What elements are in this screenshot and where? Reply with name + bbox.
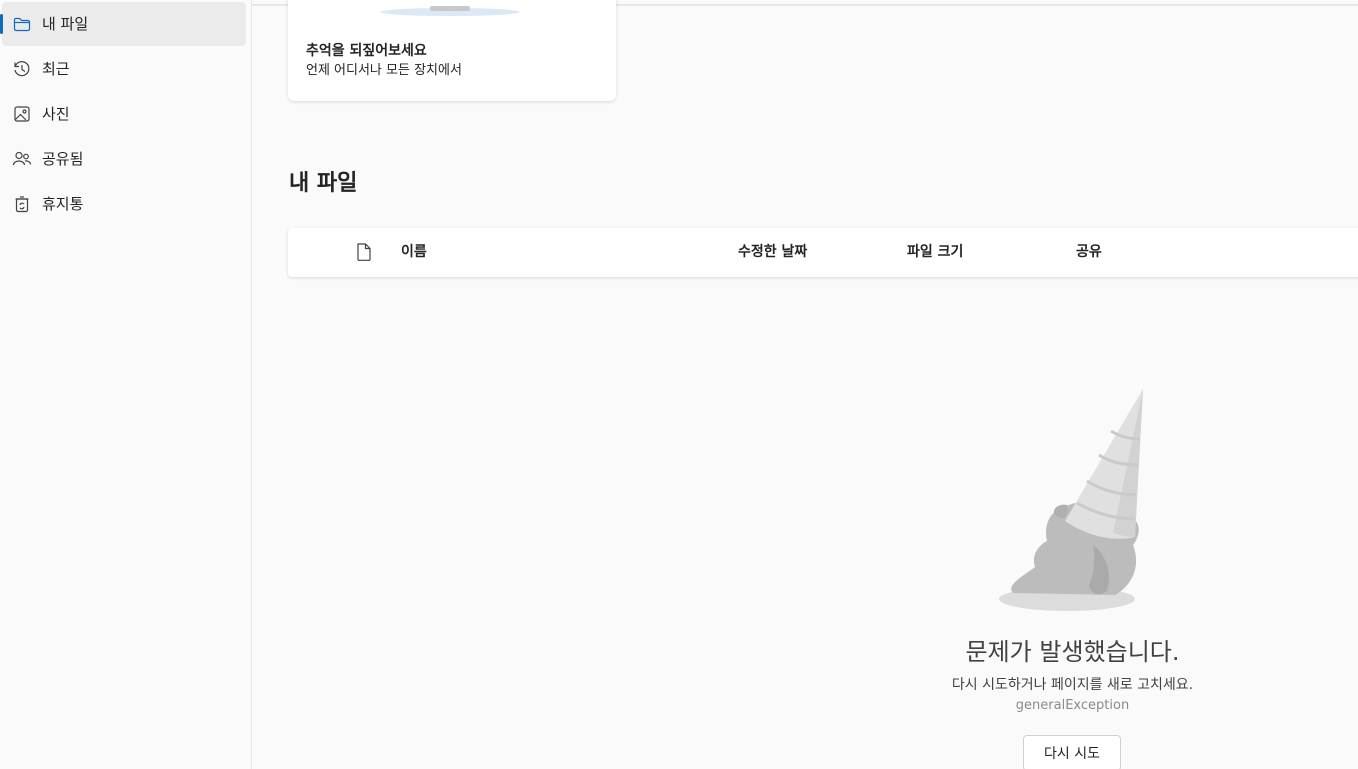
people-icon bbox=[12, 149, 32, 169]
file-type-icon[interactable] bbox=[355, 242, 373, 262]
sidebar-item-label: 최근 bbox=[42, 60, 70, 78]
sidebar-item-label: 내 파일 bbox=[42, 15, 89, 33]
error-code: generalException bbox=[1015, 698, 1130, 713]
sidebar-item-recent[interactable]: 최근 bbox=[2, 47, 246, 91]
error-description: 다시 시도하거나 페이지를 새로 고치세요. bbox=[951, 677, 1194, 693]
column-header-size[interactable]: 파일 크기 bbox=[907, 242, 963, 262]
column-header-modified[interactable]: 수정한 날짜 bbox=[738, 242, 807, 262]
card-title: 추억을 되짚어보세요 bbox=[306, 43, 427, 59]
error-title: 문제가 발생했습니다. bbox=[965, 638, 1180, 666]
melted-ice-cream-illustration bbox=[999, 389, 1143, 611]
sidebar: 내 파일 최근 사진 공유됨 휴지통 bbox=[0, 0, 252, 769]
column-header-name[interactable]: 이름 bbox=[401, 242, 427, 262]
sidebar-item-recycle-bin[interactable]: 휴지통 bbox=[2, 182, 246, 226]
sidebar-item-photos[interactable]: 사진 bbox=[2, 92, 246, 136]
image-icon bbox=[12, 104, 32, 124]
recycle-bin-icon bbox=[12, 194, 32, 214]
sidebar-item-label: 사진 bbox=[42, 105, 70, 123]
folder-icon bbox=[12, 14, 32, 34]
sidebar-item-label: 공유됨 bbox=[42, 150, 84, 168]
file-list-header: 이름 수정한 날짜 파일 크기 공유 bbox=[288, 228, 1358, 277]
card-illustration bbox=[380, 6, 520, 16]
retry-button[interactable]: 다시 시도 bbox=[1023, 735, 1121, 769]
page-title: 내 파일 bbox=[289, 171, 358, 196]
card-subtitle: 언제 어디서나 모든 장치에서 bbox=[306, 63, 462, 78]
sidebar-item-label: 휴지통 bbox=[42, 195, 84, 213]
memories-card[interactable]: 추억을 되짚어보세요 언제 어디서나 모든 장치에서 bbox=[288, 0, 616, 101]
sidebar-item-my-files[interactable]: 내 파일 bbox=[0, 2, 246, 46]
sidebar-item-shared[interactable]: 공유됨 bbox=[2, 137, 246, 181]
column-header-sharing[interactable]: 공유 bbox=[1076, 242, 1102, 262]
history-icon bbox=[12, 59, 32, 79]
